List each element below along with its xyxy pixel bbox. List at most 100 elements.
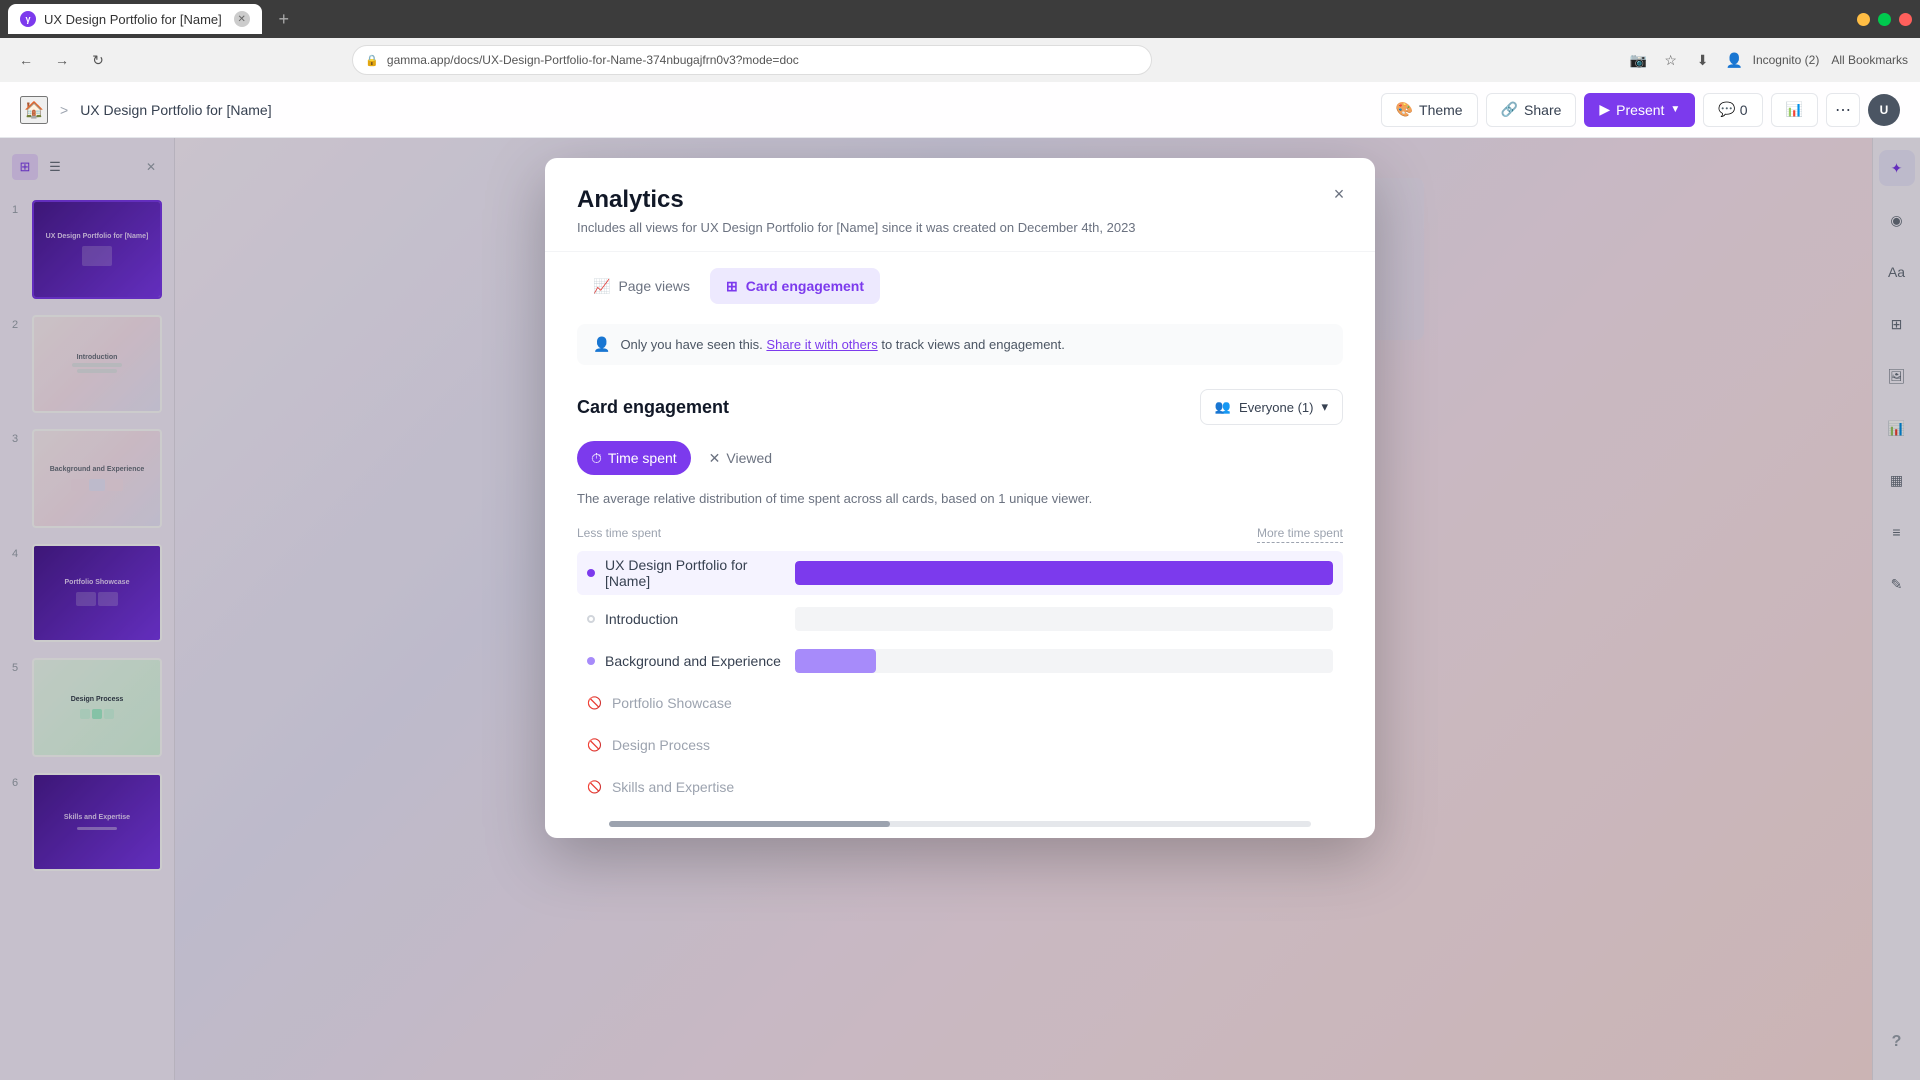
card-bar-container-5: [802, 733, 1333, 757]
less-time-label: Less time spent: [577, 526, 661, 543]
card-bar-container-2: [795, 607, 1333, 631]
card-row-3[interactable]: Background and Experience: [577, 643, 1343, 679]
minimize-button[interactable]: [1857, 13, 1870, 26]
time-scale: Less time spent More time spent: [577, 526, 1343, 543]
comment-icon: 💬: [1718, 101, 1735, 118]
ssl-icon: 🔒: [365, 54, 379, 67]
theme-btn-label: Theme: [1419, 102, 1463, 118]
card-row-5[interactable]: 🚫 Design Process: [577, 727, 1343, 763]
incognito-label: Incognito (2): [1753, 53, 1820, 67]
reload-button[interactable]: ↻: [84, 46, 112, 74]
tab-close-btn[interactable]: ✕: [234, 11, 250, 27]
breadcrumb-doc-title: UX Design Portfolio for [Name]: [80, 102, 271, 118]
card-row-6[interactable]: 🚫 Skills and Expertise: [577, 769, 1343, 805]
analytics-modal: Analytics Includes all views for UX Desi…: [545, 158, 1375, 838]
tab-page-views-label: Page views: [618, 278, 690, 294]
card-indicator-3: [587, 657, 595, 665]
card-name-2: Introduction: [605, 611, 785, 627]
card-bar-1: [795, 561, 1333, 585]
card-indicator-2: [587, 615, 595, 623]
modal-title: Analytics: [577, 186, 1343, 214]
scrollbar-thumb[interactable]: [609, 821, 890, 827]
dropdown-chevron-icon: ▾: [1321, 399, 1328, 415]
card-bar-container-6: [802, 775, 1333, 799]
card-name-3: Background and Experience: [605, 653, 785, 669]
analytics-button[interactable]: 📊: [1771, 93, 1818, 127]
card-bar-container-3: [795, 649, 1333, 673]
more-button[interactable]: ⋯: [1826, 93, 1860, 127]
user-avatar[interactable]: U: [1868, 94, 1900, 126]
modal-subtitle: Includes all views for UX Design Portfol…: [577, 220, 1343, 235]
present-button[interactable]: ▶ Present ▼: [1584, 93, 1695, 127]
clock-icon: ⏱: [591, 450, 602, 467]
engagement-tabs: ⏱ Time spent ✕ Viewed: [577, 441, 1343, 475]
eye-icon: ✕: [709, 450, 721, 467]
tab-card-engagement-label: Card engagement: [746, 278, 864, 294]
hidden-icon-4: 🚫: [587, 696, 602, 710]
home-button[interactable]: 🏠: [20, 96, 48, 124]
camera-icon[interactable]: 📷: [1625, 46, 1653, 74]
everyone-label: Everyone (1): [1239, 400, 1313, 415]
card-row-2[interactable]: Introduction: [577, 601, 1343, 637]
back-button[interactable]: ←: [12, 46, 40, 74]
card-name-6: Skills and Expertise: [612, 779, 792, 795]
time-spent-tab[interactable]: ⏱ Time spent: [577, 441, 691, 475]
viewed-label: Viewed: [726, 450, 772, 466]
card-row-1[interactable]: UX Design Portfolio for [Name]: [577, 551, 1343, 595]
modal-overlay: Analytics Includes all views for UX Desi…: [0, 138, 1920, 1080]
more-time-label: More time spent: [1257, 526, 1343, 543]
section-title: Card engagement: [577, 397, 729, 418]
persons-icon: 👥: [1215, 399, 1231, 415]
address-bar[interactable]: 🔒 gamma.app/docs/UX-Design-Portfolio-for…: [352, 45, 1152, 75]
new-tab-button[interactable]: +: [270, 5, 298, 33]
breadcrumb-separator: >: [60, 102, 68, 118]
info-text: Only you have seen this. Share it with o…: [620, 337, 1064, 352]
tab-card-engagement[interactable]: ⊞ Card engagement: [710, 268, 880, 304]
page-views-icon: 📈: [593, 278, 610, 295]
share-link[interactable]: Share it with others: [766, 337, 877, 352]
card-list: UX Design Portfolio for [Name] Introduct…: [577, 551, 1343, 805]
profile-icon[interactable]: 👤: [1721, 46, 1749, 74]
forward-button[interactable]: →: [48, 46, 76, 74]
url-text: gamma.app/docs/UX-Design-Portfolio-for-N…: [387, 53, 799, 67]
share-button[interactable]: 🔗 Share: [1486, 93, 1577, 127]
chart-icon: 📊: [1786, 101, 1803, 118]
viewed-tab[interactable]: ✕ Viewed: [695, 441, 786, 475]
modal-scrollbar[interactable]: [609, 821, 1311, 827]
card-bar-container-4: [802, 691, 1333, 715]
card-engagement-icon: ⊞: [726, 278, 738, 295]
time-spent-label: Time spent: [608, 450, 677, 466]
share-btn-label: Share: [1524, 102, 1561, 118]
star-icon[interactable]: ☆: [1657, 46, 1685, 74]
comment-count: 0: [1740, 102, 1748, 118]
maximize-button[interactable]: [1878, 13, 1891, 26]
present-dropdown-icon: ▼: [1670, 104, 1680, 115]
download-icon[interactable]: ⬇: [1689, 46, 1717, 74]
main-content: ⊞ ☰ ✕ 1 UX Design Portfolio for [Name] 2: [0, 138, 1920, 1080]
hidden-icon-5: 🚫: [587, 738, 602, 752]
theme-icon: 🎨: [1396, 101, 1413, 118]
toolbar-actions: 📷 ☆ ⬇ 👤 Incognito (2) All Bookmarks: [1625, 46, 1908, 74]
distribution-description: The average relative distribution of tim…: [577, 491, 1343, 506]
play-icon: ▶: [1599, 101, 1610, 118]
card-bar-3: [795, 649, 876, 673]
card-row-4[interactable]: 🚫 Portfolio Showcase: [577, 685, 1343, 721]
browser-titlebar: γ UX Design Portfolio for [Name] ✕ +: [0, 0, 1920, 38]
app-container: 🏠 > UX Design Portfolio for [Name] 🎨 The…: [0, 82, 1920, 1080]
card-name-1: UX Design Portfolio for [Name]: [605, 557, 785, 589]
card-name-5: Design Process: [612, 737, 792, 753]
theme-button[interactable]: 🎨 Theme: [1381, 93, 1478, 127]
tab-page-views[interactable]: 📈 Page views: [577, 268, 706, 304]
section-header: Card engagement 👥 Everyone (1) ▾: [577, 389, 1343, 425]
comment-button[interactable]: 💬 0: [1703, 93, 1762, 127]
present-btn-label: Present: [1616, 102, 1664, 118]
everyone-filter-button[interactable]: 👥 Everyone (1) ▾: [1200, 389, 1343, 425]
modal-body: 👤 Only you have seen this. Share it with…: [545, 304, 1375, 838]
modal-header: Analytics Includes all views for UX Desi…: [545, 158, 1375, 252]
browser-tab[interactable]: γ UX Design Portfolio for [Name] ✕: [8, 4, 262, 34]
tab-title: UX Design Portfolio for [Name]: [44, 12, 222, 27]
modal-tabs: 📈 Page views ⊞ Card engagement: [545, 252, 1375, 304]
close-button[interactable]: [1899, 13, 1912, 26]
modal-close-button[interactable]: ×: [1323, 178, 1355, 210]
tab-favicon: γ: [20, 11, 36, 27]
